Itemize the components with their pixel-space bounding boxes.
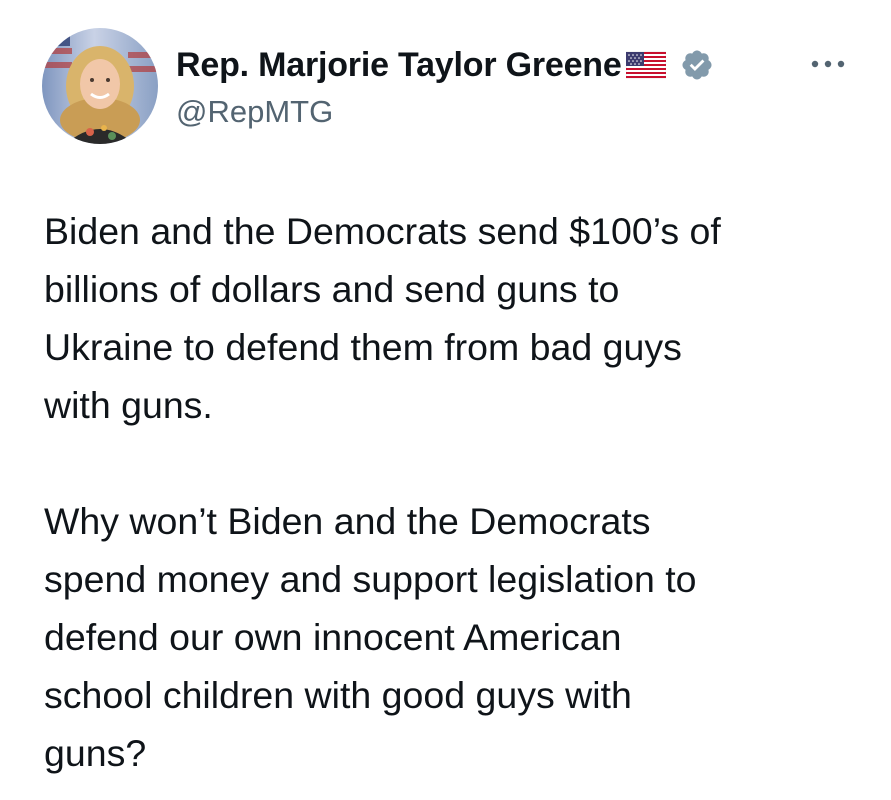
author-name-row: Rep. Marjorie Taylor Greene: [176, 42, 714, 88]
avatar[interactable]: [42, 28, 158, 144]
tweet-paragraph: Biden and the Democrats send $100’s of b…: [44, 210, 721, 426]
tweet-paragraph: Why won’t Biden and the Democrats spend …: [44, 500, 697, 774]
verified-badge-icon[interactable]: [680, 48, 714, 82]
avatar-photo: [42, 28, 158, 144]
more-options-button[interactable]: [806, 50, 850, 78]
tweet-text: Biden and the Democrats send $100’s of b…: [44, 202, 864, 782]
more-options-icon: [811, 60, 845, 68]
author-handle[interactable]: @RepMTG: [176, 94, 333, 130]
us-flag-icon: [625, 50, 666, 80]
tweet: Rep. Marjorie Taylor Greene @RepMTG Bide…: [0, 0, 891, 800]
author-display-name[interactable]: Rep. Marjorie Taylor Greene: [176, 46, 622, 85]
